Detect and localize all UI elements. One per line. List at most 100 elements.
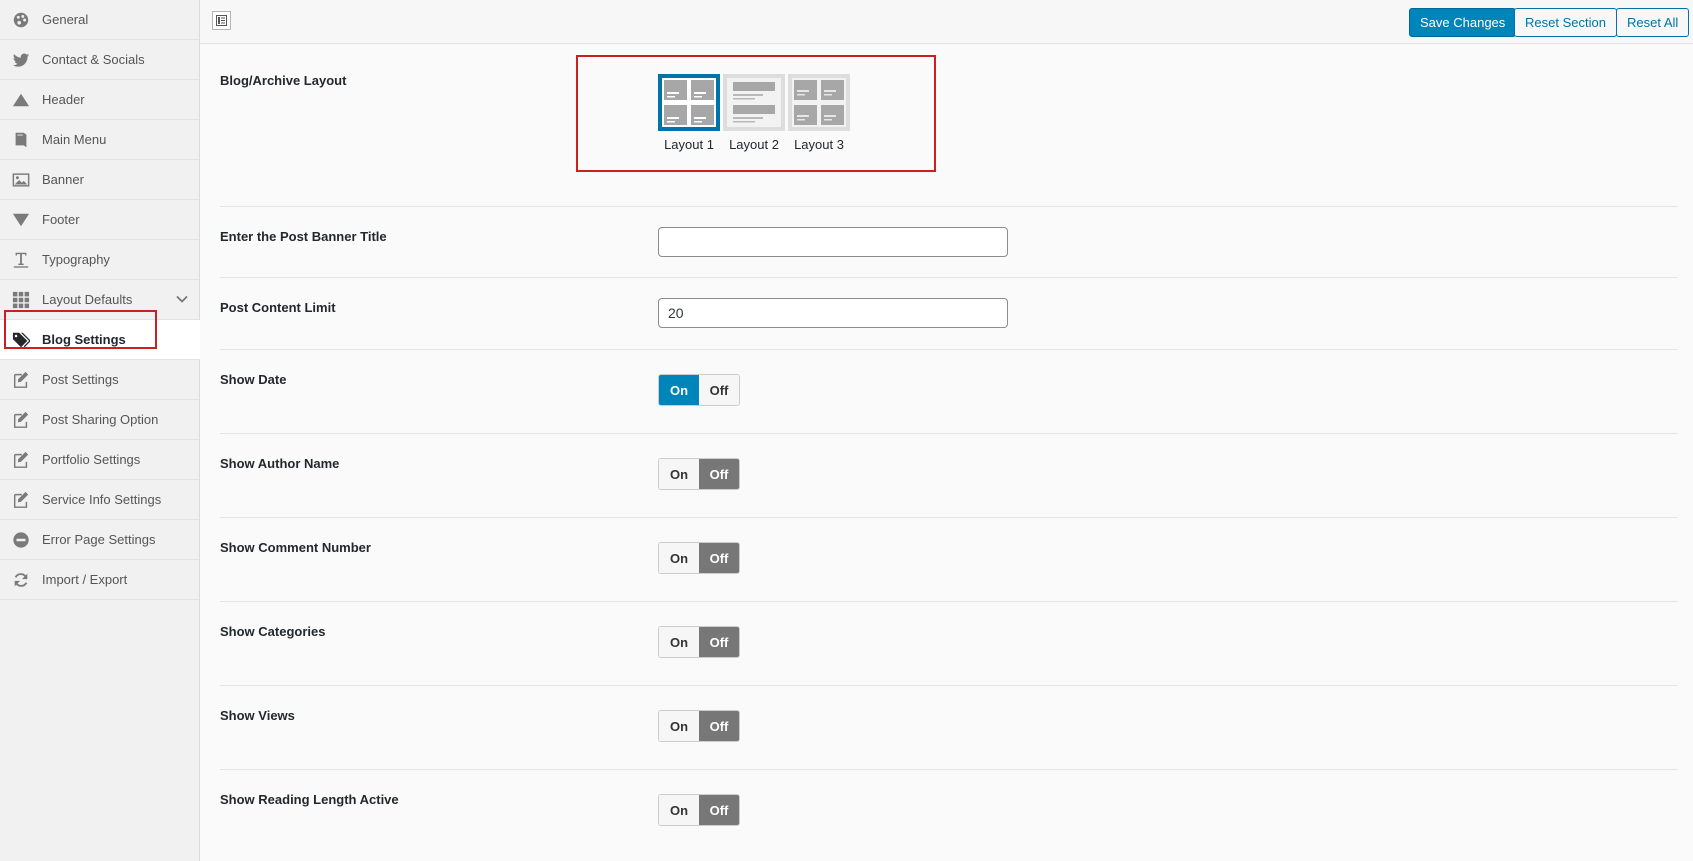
minus-circle-icon [0, 531, 42, 549]
setting-label: Show Views [220, 708, 295, 723]
setting-row-show-author-name: Show Author Name On Off [220, 434, 1678, 518]
chevron-down-icon[interactable] [175, 292, 189, 306]
sidebar-item-label: Error Page Settings [42, 532, 156, 547]
layout-caption: Layout 1 [664, 137, 714, 152]
setting-label: Show Date [220, 372, 287, 387]
setting-row-banner-title: Enter the Post Banner Title [220, 207, 1678, 278]
sidebar-item-label: Import / Export [42, 572, 128, 587]
switch-on-option[interactable]: On [659, 375, 699, 405]
layout-3-thumbnail [788, 74, 850, 131]
switch-on-option[interactable]: On [659, 795, 699, 825]
reset-section-button[interactable]: Reset Section [1514, 8, 1617, 37]
layout-option-3[interactable]: Layout 3 [788, 74, 850, 152]
refresh-icon [0, 571, 42, 589]
triangle-up-icon [0, 91, 42, 109]
sidebar-item-footer[interactable]: Footer [0, 200, 199, 240]
setting-row-show-comment-number: Show Comment Number On Off [220, 518, 1678, 602]
setting-row-blog-layout: Blog/Archive Layout Layout 1 Layout 2 La… [220, 44, 1678, 207]
setting-label: Show Reading Length Active [220, 792, 399, 807]
setting-label: Post Content Limit [220, 300, 336, 315]
layout-toggle-icon [216, 15, 227, 26]
sidebar-item-banner[interactable]: Banner [0, 160, 199, 200]
setting-label: Enter the Post Banner Title [220, 229, 387, 244]
switch-on-option[interactable]: On [659, 459, 699, 489]
layout-1-thumbnail [658, 74, 720, 131]
layout-2-thumbnail [723, 74, 785, 131]
layout-option-2[interactable]: Layout 2 [723, 74, 785, 152]
show-author-name-switch[interactable]: On Off [658, 458, 740, 490]
setting-label: Show Categories [220, 624, 326, 639]
switch-off-option[interactable]: Off [699, 375, 739, 405]
grid-icon [0, 291, 42, 309]
sidebar-item-label: Post Sharing Option [42, 412, 159, 427]
twitter-icon [0, 51, 42, 69]
setting-label: Blog/Archive Layout [220, 73, 347, 88]
sidebar-item-layout-defaults[interactable]: Layout Defaults [0, 280, 199, 320]
setting-label: Show Author Name [220, 456, 340, 471]
switch-on-option[interactable]: On [659, 711, 699, 741]
sidebar-item-post-sharing-option[interactable]: Post Sharing Option [0, 400, 199, 440]
edit-icon [0, 491, 42, 509]
sidebar-item-contact-socials[interactable]: Contact & Socials [0, 40, 199, 80]
reset-all-button[interactable]: Reset All [1616, 8, 1690, 37]
book-icon [0, 131, 42, 149]
sidebar: General Contact & Socials Header Main Me… [0, 0, 200, 861]
sidebar-item-general[interactable]: General [0, 0, 199, 40]
sidebar-item-label: Post Settings [42, 372, 119, 387]
layout-selector: Layout 1 Layout 2 Layout 3 [658, 74, 850, 152]
sidebar-item-post-settings[interactable]: Post Settings [0, 360, 199, 400]
sidebar-item-label: Header [42, 92, 85, 107]
setting-row-show-date: Show Date On Off [220, 350, 1678, 434]
show-comment-number-switch[interactable]: On Off [658, 542, 740, 574]
sidebar-item-label: Typography [42, 252, 110, 267]
settings-panel: Blog/Archive Layout Layout 1 Layout 2 La… [220, 44, 1678, 853]
setting-label: Show Comment Number [220, 540, 371, 555]
edit-icon [0, 411, 42, 429]
sidebar-item-blog-settings[interactable]: Blog Settings [0, 320, 200, 360]
sidebar-item-label: Banner [42, 172, 84, 187]
setting-row-show-categories: Show Categories On Off [220, 602, 1678, 686]
switch-on-option[interactable]: On [659, 627, 699, 657]
sidebar-item-error-page-settings[interactable]: Error Page Settings [0, 520, 199, 560]
show-date-switch[interactable]: On Off [658, 374, 740, 406]
sidebar-item-import-export[interactable]: Import / Export [0, 560, 199, 600]
switch-off-option[interactable]: Off [699, 795, 739, 825]
sidebar-item-label: Contact & Socials [42, 52, 145, 67]
sidebar-item-label: Main Menu [42, 132, 107, 147]
switch-off-option[interactable]: Off [699, 459, 739, 489]
sidebar-item-service-info-settings[interactable]: Service Info Settings [0, 480, 199, 520]
expand-options-button[interactable] [212, 11, 231, 30]
show-reading-length-switch[interactable]: On Off [658, 794, 740, 826]
switch-off-option[interactable]: Off [699, 627, 739, 657]
palette-icon [0, 11, 42, 29]
switch-off-option[interactable]: Off [699, 711, 739, 741]
layout-caption: Layout 2 [729, 137, 779, 152]
sidebar-item-header[interactable]: Header [0, 80, 199, 120]
save-changes-button[interactable]: Save Changes [1409, 8, 1517, 37]
edit-icon [0, 371, 42, 389]
sidebar-item-portfolio-settings[interactable]: Portfolio Settings [0, 440, 199, 480]
sidebar-item-label: Service Info Settings [42, 492, 162, 507]
setting-row-show-reading-length: Show Reading Length Active On Off [220, 770, 1678, 853]
layout-option-1[interactable]: Layout 1 [658, 74, 720, 152]
switch-on-option[interactable]: On [659, 543, 699, 573]
toolbar: Save Changes Reset Section Reset All [200, 0, 1693, 44]
banner-title-input[interactable] [658, 227, 1008, 257]
sidebar-item-main-menu[interactable]: Main Menu [0, 120, 199, 160]
image-icon [0, 171, 42, 189]
sidebar-item-label: Portfolio Settings [42, 452, 141, 467]
edit-icon [0, 451, 42, 469]
sidebar-item-label: Blog Settings [42, 332, 126, 347]
sidebar-item-label: Layout Defaults [42, 292, 133, 307]
setting-row-show-views: Show Views On Off [220, 686, 1678, 770]
show-categories-switch[interactable]: On Off [658, 626, 740, 658]
triangle-down-icon [0, 211, 42, 229]
tags-icon [0, 331, 42, 349]
show-views-switch[interactable]: On Off [658, 710, 740, 742]
sidebar-item-typography[interactable]: Typography [0, 240, 199, 280]
sidebar-item-label: Footer [42, 212, 80, 227]
switch-off-option[interactable]: Off [699, 543, 739, 573]
sidebar-item-label: General [42, 12, 89, 27]
setting-row-content-limit: Post Content Limit [220, 278, 1678, 350]
content-limit-input[interactable] [658, 298, 1008, 328]
